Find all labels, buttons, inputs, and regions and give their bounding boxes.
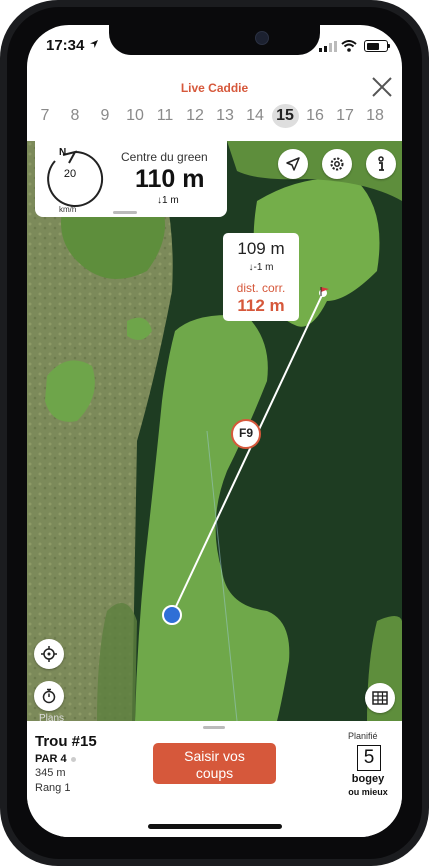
gear-icon	[330, 157, 344, 171]
status-time: 17:34	[46, 37, 85, 54]
hole-tab-9[interactable]: 9	[90, 104, 120, 128]
hole-tab-13[interactable]: 13	[210, 104, 240, 128]
stopwatch-button[interactable]	[34, 681, 64, 711]
card-handle[interactable]	[113, 211, 137, 214]
planned-score[interactable]: 5	[357, 745, 381, 771]
par-text: PAR 4	[35, 753, 67, 765]
par-dot	[70, 756, 76, 762]
panel-handle[interactable]	[203, 726, 225, 729]
player-position	[162, 605, 182, 625]
wifi-icon	[341, 40, 357, 52]
corrected-label: dist. corr.	[236, 281, 286, 295]
wind-speed: 20	[63, 168, 77, 180]
settings-button[interactable]	[322, 149, 352, 179]
planned-text-or-better: ou mieux	[348, 787, 388, 797]
distance-info-card[interactable]: 20 N km/h Centre du green 110 m ↓1 m	[35, 141, 227, 217]
hole-tab-18[interactable]: 18	[360, 104, 390, 128]
shot-elevation: ↓-1 m	[248, 262, 274, 273]
notch	[109, 25, 320, 55]
target-label: Centre du green	[121, 150, 208, 164]
info-button[interactable]	[366, 149, 396, 179]
info-icon	[378, 156, 384, 171]
location-arrow-icon	[90, 40, 98, 48]
hole-title: Trou #15	[35, 733, 97, 750]
hole-tab-17[interactable]: 17	[330, 104, 360, 128]
target-elevation: ↓1 m	[157, 195, 179, 206]
hole-tab-10[interactable]: 10	[120, 104, 150, 128]
hole-tab-11[interactable]: 11	[150, 104, 180, 128]
close-icon[interactable]	[370, 75, 394, 99]
screen: 17:34 Live Caddie 7 8 9 10 11 12 13 14 15 16 17 18	[27, 25, 402, 837]
home-indicator	[148, 824, 282, 829]
hole-par: PAR 4	[35, 753, 76, 765]
planned-text-bogey: bogey	[351, 773, 385, 785]
course-map[interactable]	[27, 141, 402, 721]
stopwatch-icon	[42, 688, 56, 704]
satellite-map	[27, 141, 402, 721]
corrected-distance: 112 m	[237, 296, 285, 315]
recenter-button[interactable]	[34, 639, 64, 669]
wind-unit: km/h	[59, 205, 77, 214]
hole-tab-16[interactable]: 16	[300, 104, 330, 128]
scorecard-button[interactable]	[365, 683, 395, 713]
hole-tab-15[interactable]: 15	[271, 104, 299, 128]
wind-direction: N	[59, 147, 67, 158]
hole-tab-12[interactable]: 12	[180, 104, 210, 128]
crosshair-icon	[41, 646, 57, 662]
battery-cap	[388, 44, 390, 48]
navigation-button[interactable]	[278, 149, 308, 179]
hole-length: 345 m	[35, 767, 66, 779]
signal-icon	[319, 41, 337, 52]
planned-label: Planifié	[348, 731, 378, 741]
target-distance: 110 m	[135, 165, 205, 193]
enter-shots-button[interactable]: Saisir vos coups	[153, 743, 276, 784]
shot-distance: 109 m	[237, 239, 285, 258]
hole-tab-14[interactable]: 14	[240, 104, 270, 128]
scorecard-icon	[372, 691, 388, 705]
hole-tab-8[interactable]: 8	[60, 104, 90, 128]
hole-tab-7[interactable]: 7	[30, 104, 60, 128]
front-camera	[255, 31, 269, 45]
battery-icon	[364, 40, 388, 52]
hole-rank: Rang 1	[35, 782, 71, 794]
app-title: Live Caddie	[180, 81, 249, 95]
navigation-icon	[286, 157, 300, 171]
club-marker[interactable]: F9	[231, 419, 261, 449]
bottom-panel: Trou #15 PAR 4 345 m Rang 1 Saisir vos co…	[27, 721, 402, 837]
hole-selector: 7 8 9 10 11 12 13 14 15 16 17 18	[30, 104, 390, 128]
shot-distance-box: 109 m ↓-1 m dist. corr. 112 m	[223, 233, 299, 321]
hole-header: Live Caddie 7 8 9 10 11 12 13 14 15 16 17 18	[27, 69, 402, 141]
